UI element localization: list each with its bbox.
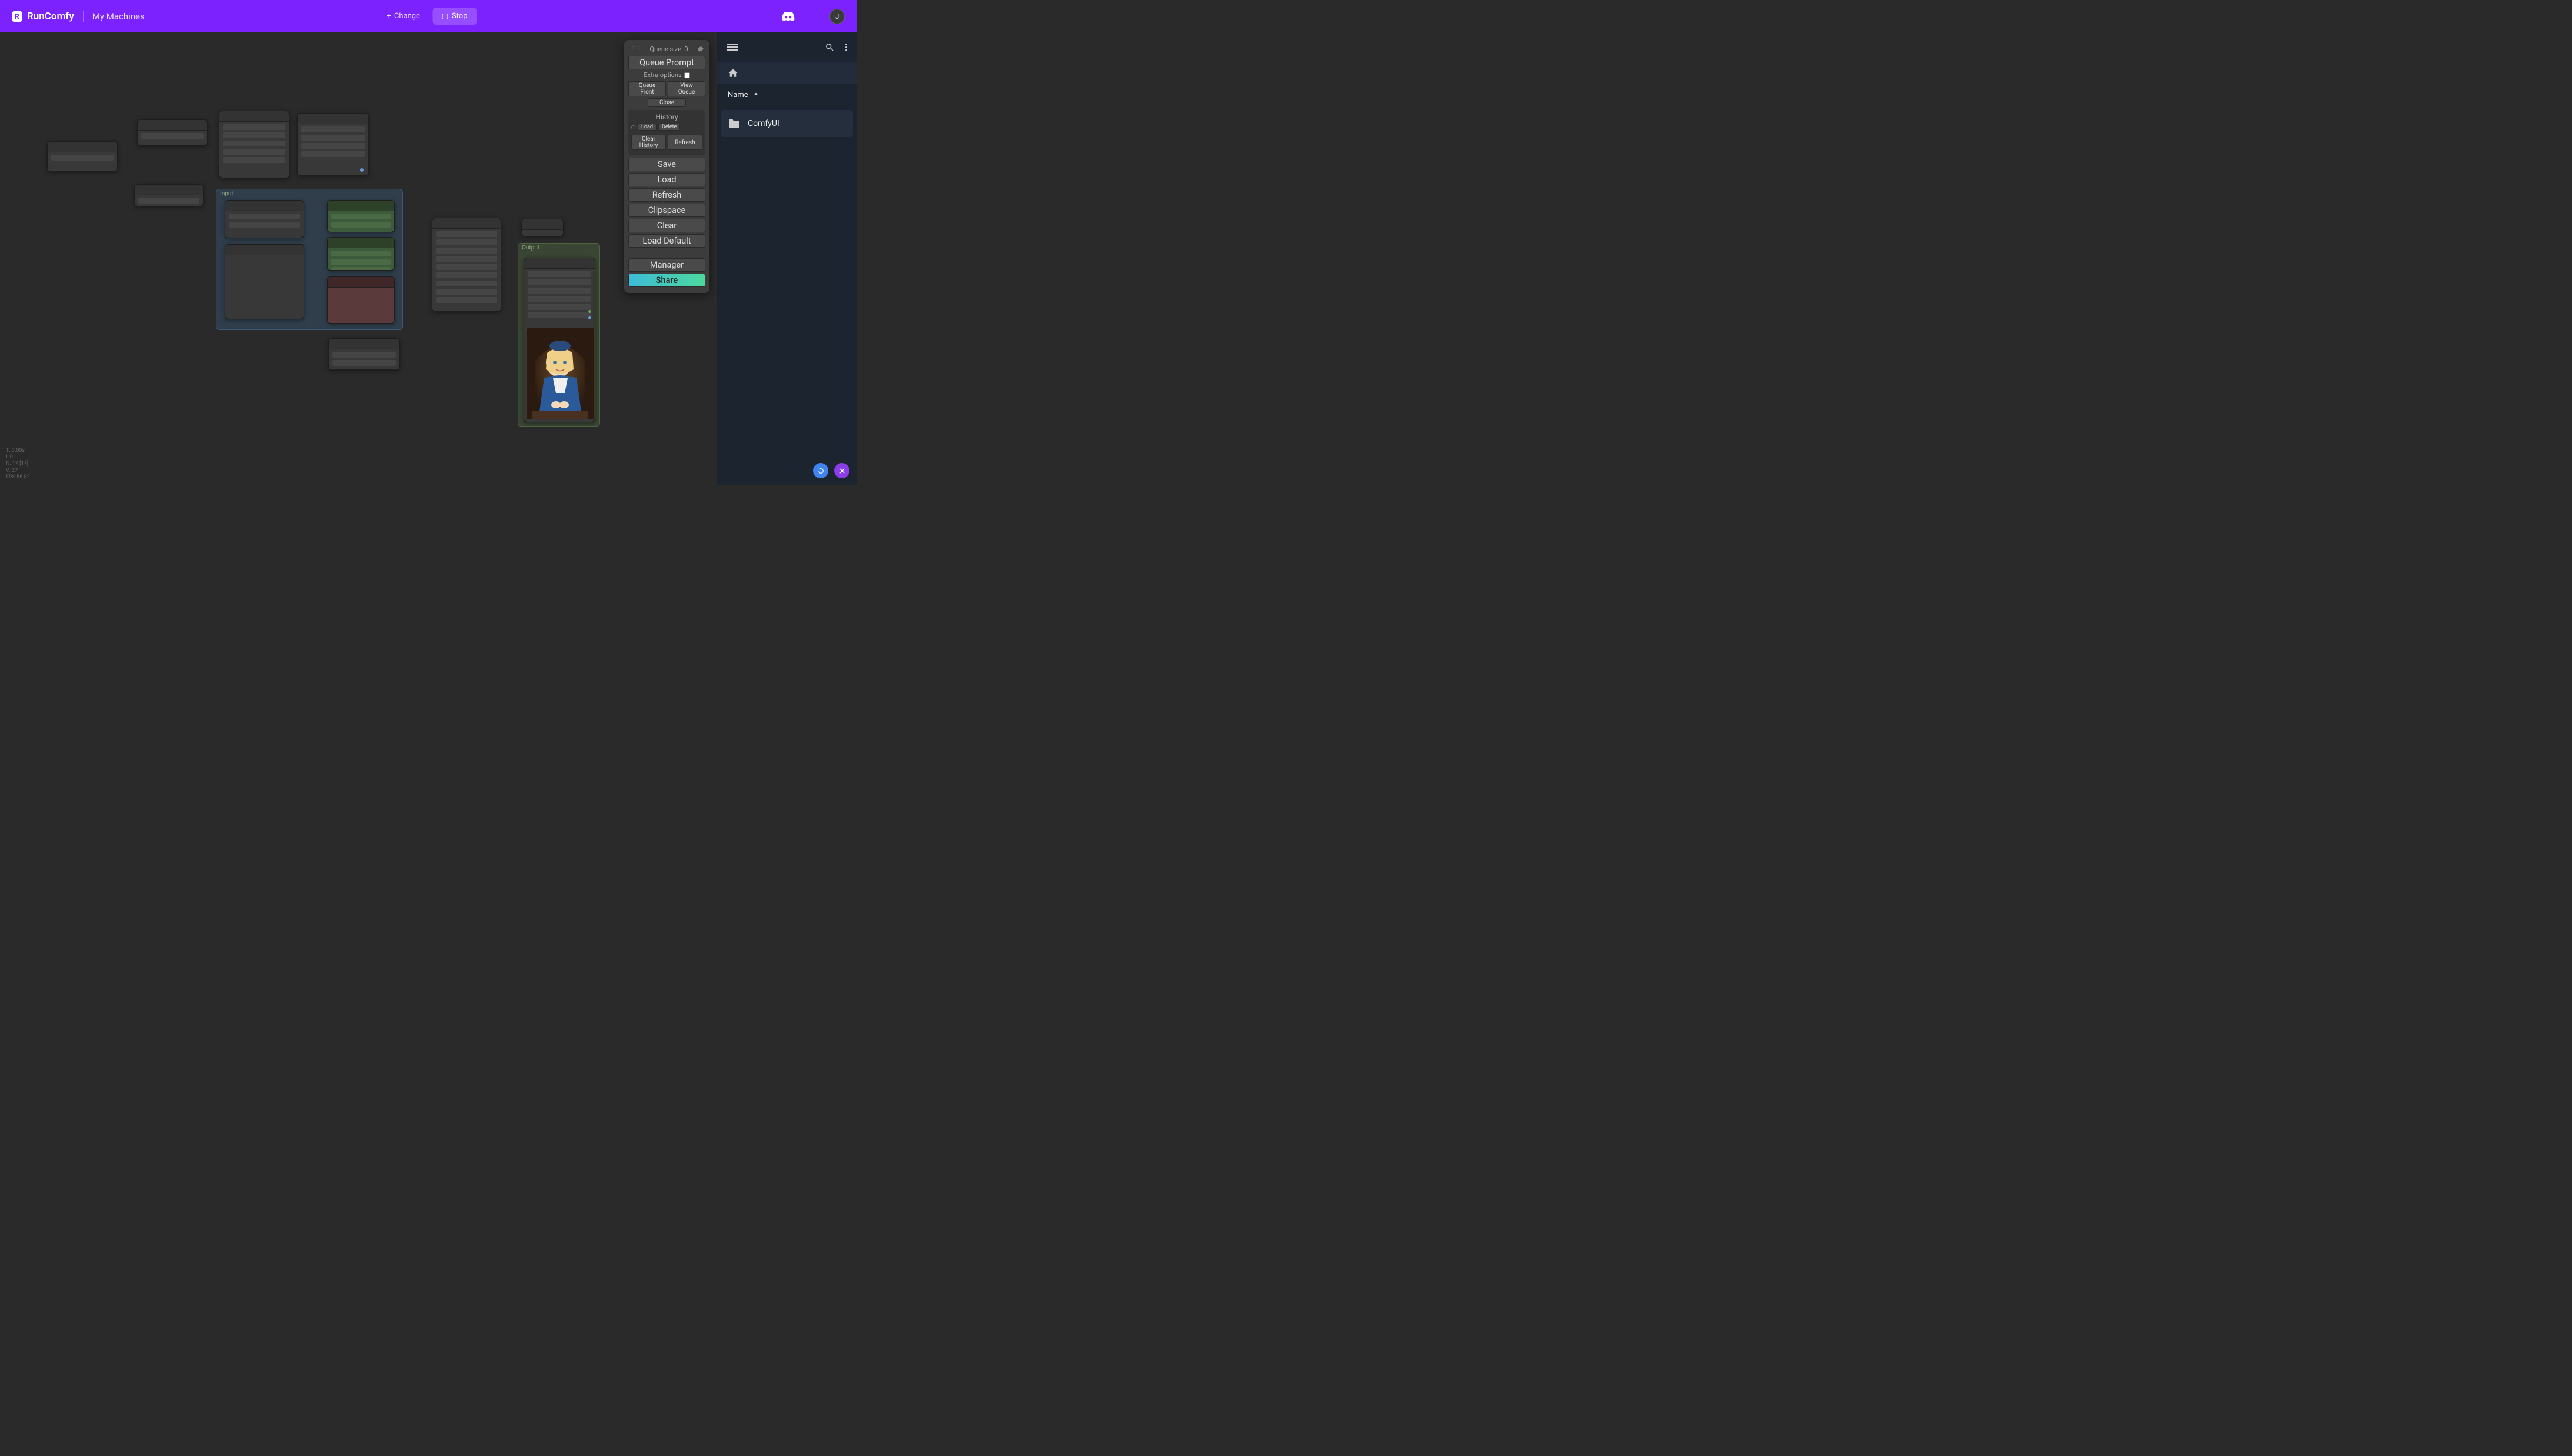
stat-n: N: 17 [17] (6, 461, 30, 467)
close-button[interactable]: Close (648, 98, 687, 107)
graph-node[interactable] (297, 113, 369, 176)
extra-options-label: Extra options (644, 71, 681, 79)
queue-prompt-button[interactable]: Queue Prompt (628, 56, 705, 69)
refresh-button[interactable]: Refresh (628, 188, 705, 202)
clear-history-button[interactable]: Clear History (631, 135, 666, 150)
graph-node[interactable] (328, 338, 400, 370)
discord-icon[interactable] (782, 12, 795, 21)
node-canvas[interactable]: Input Output (0, 32, 717, 485)
my-machines-link[interactable]: My Machines (92, 11, 145, 22)
fab-group (813, 463, 849, 478)
app-header: R RunComfy My Machines + Change Stop J (0, 0, 857, 32)
change-button[interactable]: + Change (379, 8, 427, 25)
stop-label: Stop (452, 12, 468, 21)
output-preview-image[interactable] (527, 328, 594, 419)
gear-icon[interactable] (697, 46, 704, 52)
extra-options-row: Extra options (628, 71, 705, 79)
stop-icon (442, 14, 448, 19)
canvas-stats: T: 0.00s I: 0 N: 17 [17] V: 37 FPS:56.82 (6, 448, 30, 481)
load-default-button[interactable]: Load Default (628, 234, 705, 248)
history-title: History (631, 113, 702, 121)
graph-node[interactable] (219, 111, 289, 178)
header-right: J (782, 9, 845, 24)
logo-badge: R (12, 11, 22, 22)
search-icon[interactable] (825, 42, 835, 52)
header-center-controls: + Change Stop (379, 8, 477, 25)
hamburger-icon[interactable] (727, 44, 738, 51)
name-header-label: Name (728, 91, 748, 99)
graph-node-positive[interactable] (327, 200, 395, 232)
clipspace-button[interactable]: Clipspace (628, 204, 705, 217)
graph-node-positive[interactable] (327, 237, 395, 271)
graph-node-negative[interactable] (327, 276, 395, 324)
history-item: 0: Load Delete (631, 124, 702, 132)
file-item-comfyui[interactable]: ComfyUI (721, 110, 853, 137)
more-icon[interactable] (845, 44, 847, 51)
load-button[interactable]: Load (628, 173, 705, 186)
sort-asc-icon (752, 91, 760, 99)
drag-handle-icon[interactable]: ⋮⋮ (630, 46, 641, 52)
queue-size-label: Queue size: 0 (649, 45, 688, 53)
refresh-icon (817, 467, 825, 475)
graph-node[interactable] (134, 184, 204, 206)
logo-text: RunComfy (27, 11, 74, 22)
view-queue-button[interactable]: View Queue (668, 81, 705, 96)
name-column-header[interactable]: Name (717, 84, 857, 106)
control-panel[interactable]: ⋮⋮ Queue size: 0 Queue Prompt Extra opti… (624, 40, 709, 293)
group-output-label: Output (522, 245, 539, 251)
home-row[interactable] (717, 62, 857, 84)
graph-node[interactable] (225, 244, 304, 319)
panel-header: ⋮⋮ Queue size: 0 (628, 44, 705, 56)
graph-node[interactable] (225, 200, 304, 238)
home-icon[interactable] (728, 68, 738, 78)
stat-time: T: 0.00s (6, 448, 30, 454)
graph-node-output[interactable] (524, 258, 595, 422)
history-index: 0: (631, 125, 636, 131)
history-section: History 0: Load Delete Clear History Ref… (628, 110, 705, 155)
logo-group[interactable]: R RunComfy (12, 11, 74, 22)
plus-icon: + (387, 12, 391, 21)
file-name-label: ComfyUI (748, 119, 779, 128)
manager-button[interactable]: Manager (628, 258, 705, 272)
stop-button[interactable]: Stop (433, 8, 477, 25)
history-delete-button[interactable]: Delete (658, 124, 680, 131)
extra-options-checkbox[interactable] (684, 72, 690, 78)
graph-node[interactable] (47, 141, 118, 172)
queue-front-button[interactable]: Queue Front (628, 81, 666, 96)
sidebar-toolbar (717, 32, 857, 62)
avatar[interactable]: J (829, 9, 845, 24)
graph-node[interactable] (521, 219, 564, 236)
stat-v: V: 37 (6, 468, 30, 474)
save-button[interactable]: Save (628, 158, 705, 171)
refresh-history-button[interactable]: Refresh (668, 135, 702, 150)
share-button[interactable]: Share (628, 274, 705, 287)
file-sidebar: Name ComfyUI (717, 32, 857, 485)
change-label: Change (394, 12, 420, 21)
header-divider (83, 11, 84, 22)
group-input-label: Input (220, 191, 234, 197)
stat-fps: FPS:56.82 (6, 474, 30, 481)
stat-i: I: 0 (6, 454, 30, 461)
close-icon (838, 467, 846, 475)
clear-button[interactable]: Clear (628, 219, 705, 232)
graph-node[interactable] (432, 218, 501, 312)
history-load-button[interactable]: Load (638, 124, 657, 131)
graph-edges (0, 32, 176, 121)
fab-refresh-button[interactable] (813, 463, 828, 478)
folder-icon (728, 118, 741, 129)
fab-close-button[interactable] (834, 463, 849, 478)
file-list: ComfyUI (717, 106, 857, 485)
graph-node[interactable] (137, 119, 208, 146)
